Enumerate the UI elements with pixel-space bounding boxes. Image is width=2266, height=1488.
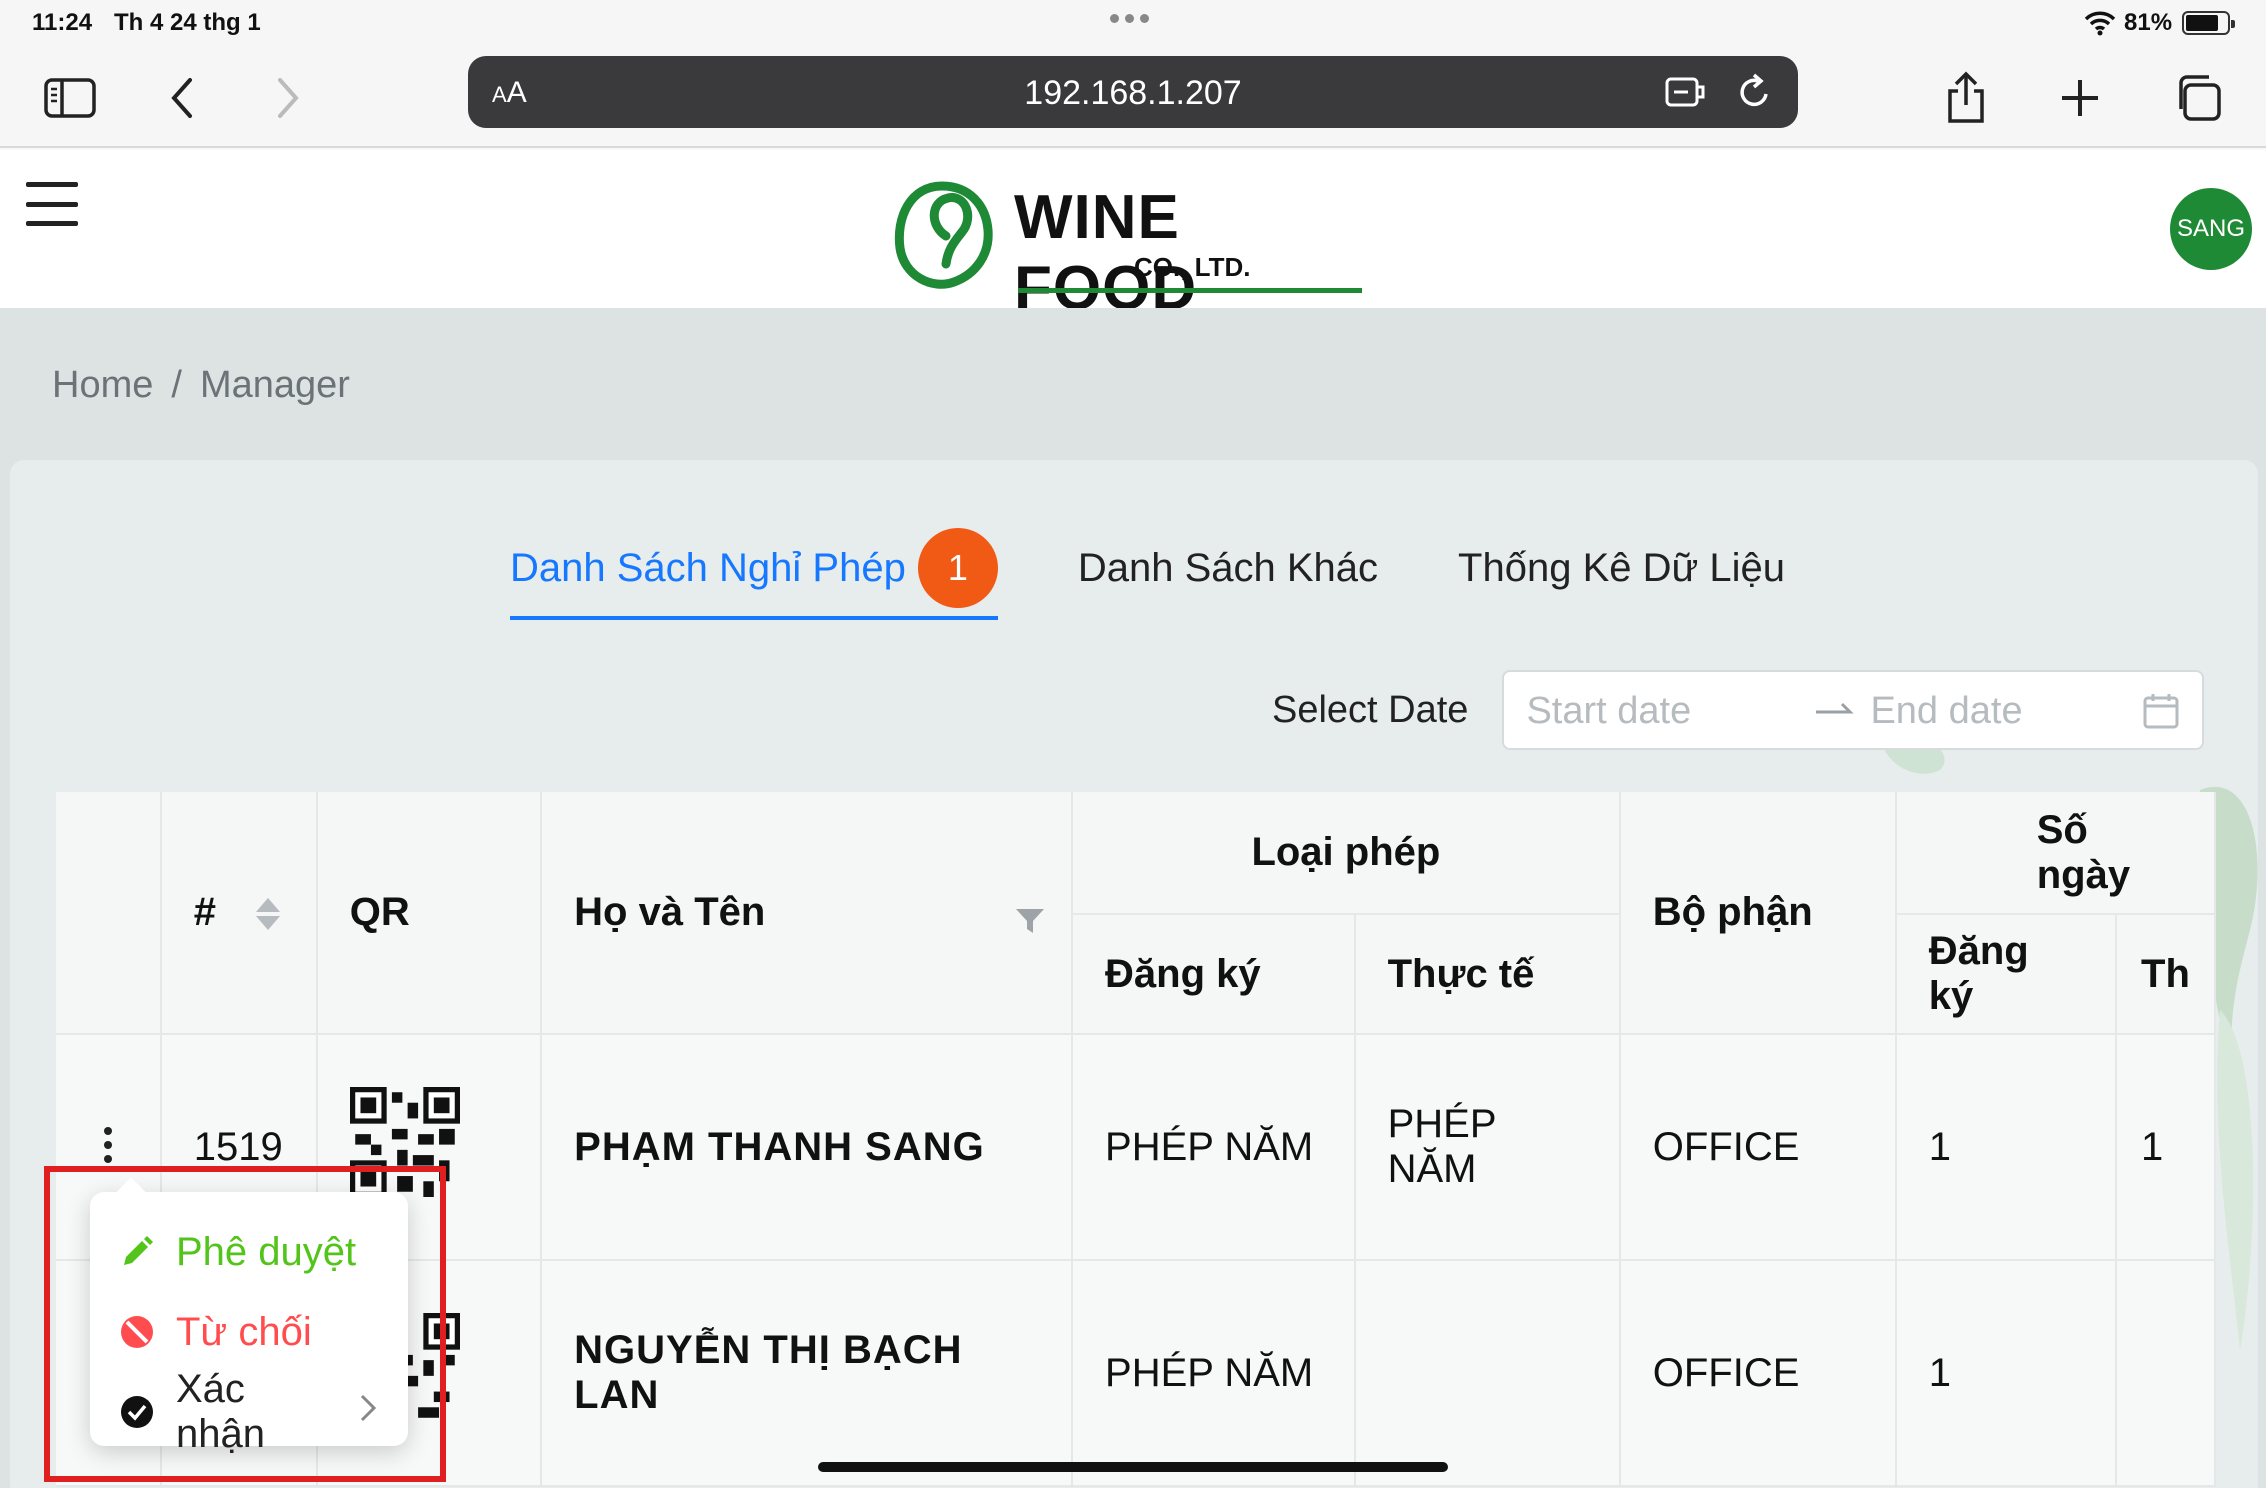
annotation-highlight-box: [44, 1166, 446, 1482]
status-time: 11:24: [32, 9, 93, 36]
breadcrumb-home[interactable]: Home: [52, 364, 153, 406]
row-days-actual: [2116, 1260, 2216, 1487]
sidebar-toggle-icon[interactable]: [40, 68, 100, 128]
calendar-icon[interactable]: [2142, 692, 2180, 740]
row-type-actual: PHÉP NĂM: [1354, 1034, 1621, 1261]
battery-percentage: 81%: [2124, 9, 2173, 36]
menu-icon[interactable]: [26, 182, 78, 226]
date-range-picker[interactable]: Start date End date: [1502, 670, 2205, 750]
row-days-registered: 1: [1895, 1260, 2118, 1487]
home-indicator[interactable]: [818, 1462, 1448, 1472]
wifi-icon: [2084, 10, 2116, 43]
sort-icon[interactable]: [255, 898, 280, 931]
row-type-registered: PHÉP NĂM: [1072, 1034, 1356, 1261]
breadcrumb-current: Manager: [199, 364, 350, 406]
tab-leave-list[interactable]: Danh Sách Nghỉ Phép 1: [510, 520, 998, 620]
row-days-actual: 1: [2116, 1034, 2216, 1261]
end-date-input[interactable]: End date: [1870, 690, 2022, 733]
header-actions: [56, 792, 162, 1035]
logo-mark-icon: [894, 181, 993, 289]
breadcrumb: Home / Manager: [52, 364, 350, 407]
app-header: WINE FOOD CO., LTD. SANG: [0, 150, 2266, 323]
header-days-registered: Đăng ký: [1895, 914, 2118, 1035]
header-leave-type-registered: Đăng ký: [1072, 914, 1356, 1035]
extension-icon[interactable]: [1664, 74, 1708, 115]
multitasking-dots[interactable]: [1110, 14, 1149, 23]
header-department: Bộ phận: [1619, 792, 1897, 1035]
tab-count-badge: 1: [917, 528, 998, 608]
tab-other-list[interactable]: Danh Sách Khác: [1078, 520, 1378, 616]
tab-bar: Danh Sách Nghỉ Phép 1 Danh Sách Khác Thố…: [510, 520, 1865, 620]
breadcrumb-separator: /: [171, 364, 182, 406]
date-filter: Select Date Start date End date: [1272, 670, 2205, 750]
forward-icon[interactable]: [258, 68, 318, 128]
status-bar: 11:24 Th 4 24 thg 1 81%: [0, 0, 2266, 48]
battery-icon: [2182, 11, 2235, 35]
user-avatar[interactable]: SANG: [2170, 188, 2252, 270]
row-days-registered: 1: [1895, 1034, 2118, 1261]
header-days-actual: Th: [2116, 914, 2216, 1035]
start-date-input[interactable]: Start date: [1526, 690, 1691, 733]
date-filter-label: Select Date: [1272, 688, 1469, 731]
logo-subtitle: CO., LTD.: [1134, 252, 1251, 282]
header-days: Số ngày: [1895, 792, 2217, 915]
row-department: OFFICE: [1619, 1034, 1897, 1261]
header-leave-type-actual: Thực tế: [1354, 914, 1621, 1035]
range-arrow-icon: [1814, 686, 1855, 736]
reload-icon[interactable]: [1736, 72, 1772, 117]
header-qr: QR: [316, 792, 543, 1035]
header-leave-type: Loại phép: [1072, 792, 1621, 915]
new-tab-icon[interactable]: [2050, 68, 2110, 128]
url-text: 192.168.1.207: [1024, 74, 1242, 112]
header-id[interactable]: #: [160, 792, 318, 1035]
browser-toolbar: AA 192.168.1.207: [0, 48, 2266, 148]
share-icon[interactable]: [1936, 68, 1996, 128]
row-name: PHẠM THANH SANG: [541, 1034, 1074, 1261]
more-actions-icon[interactable]: [56, 1127, 160, 1163]
row-type-actual: [1354, 1260, 1621, 1487]
row-name: NGUYỄN THỊ BẠCH LAN: [541, 1260, 1074, 1487]
back-icon[interactable]: [152, 68, 212, 128]
row-department: OFFICE: [1619, 1260, 1897, 1487]
address-bar[interactable]: AA 192.168.1.207: [468, 56, 1798, 128]
status-date: Th 4 24 thg 1: [114, 9, 261, 36]
logo-underline: [1018, 288, 1362, 293]
row-type-registered: PHÉP NĂM: [1072, 1260, 1356, 1487]
filter-icon[interactable]: [1015, 900, 1045, 945]
tab-statistics[interactable]: Thống Kê Dữ Liệu: [1458, 520, 1785, 616]
header-name: Họ và Tên: [541, 792, 1074, 1035]
company-logo[interactable]: WINE FOOD CO., LTD.: [890, 178, 1370, 323]
tabs-overview-icon[interactable]: [2168, 68, 2228, 128]
